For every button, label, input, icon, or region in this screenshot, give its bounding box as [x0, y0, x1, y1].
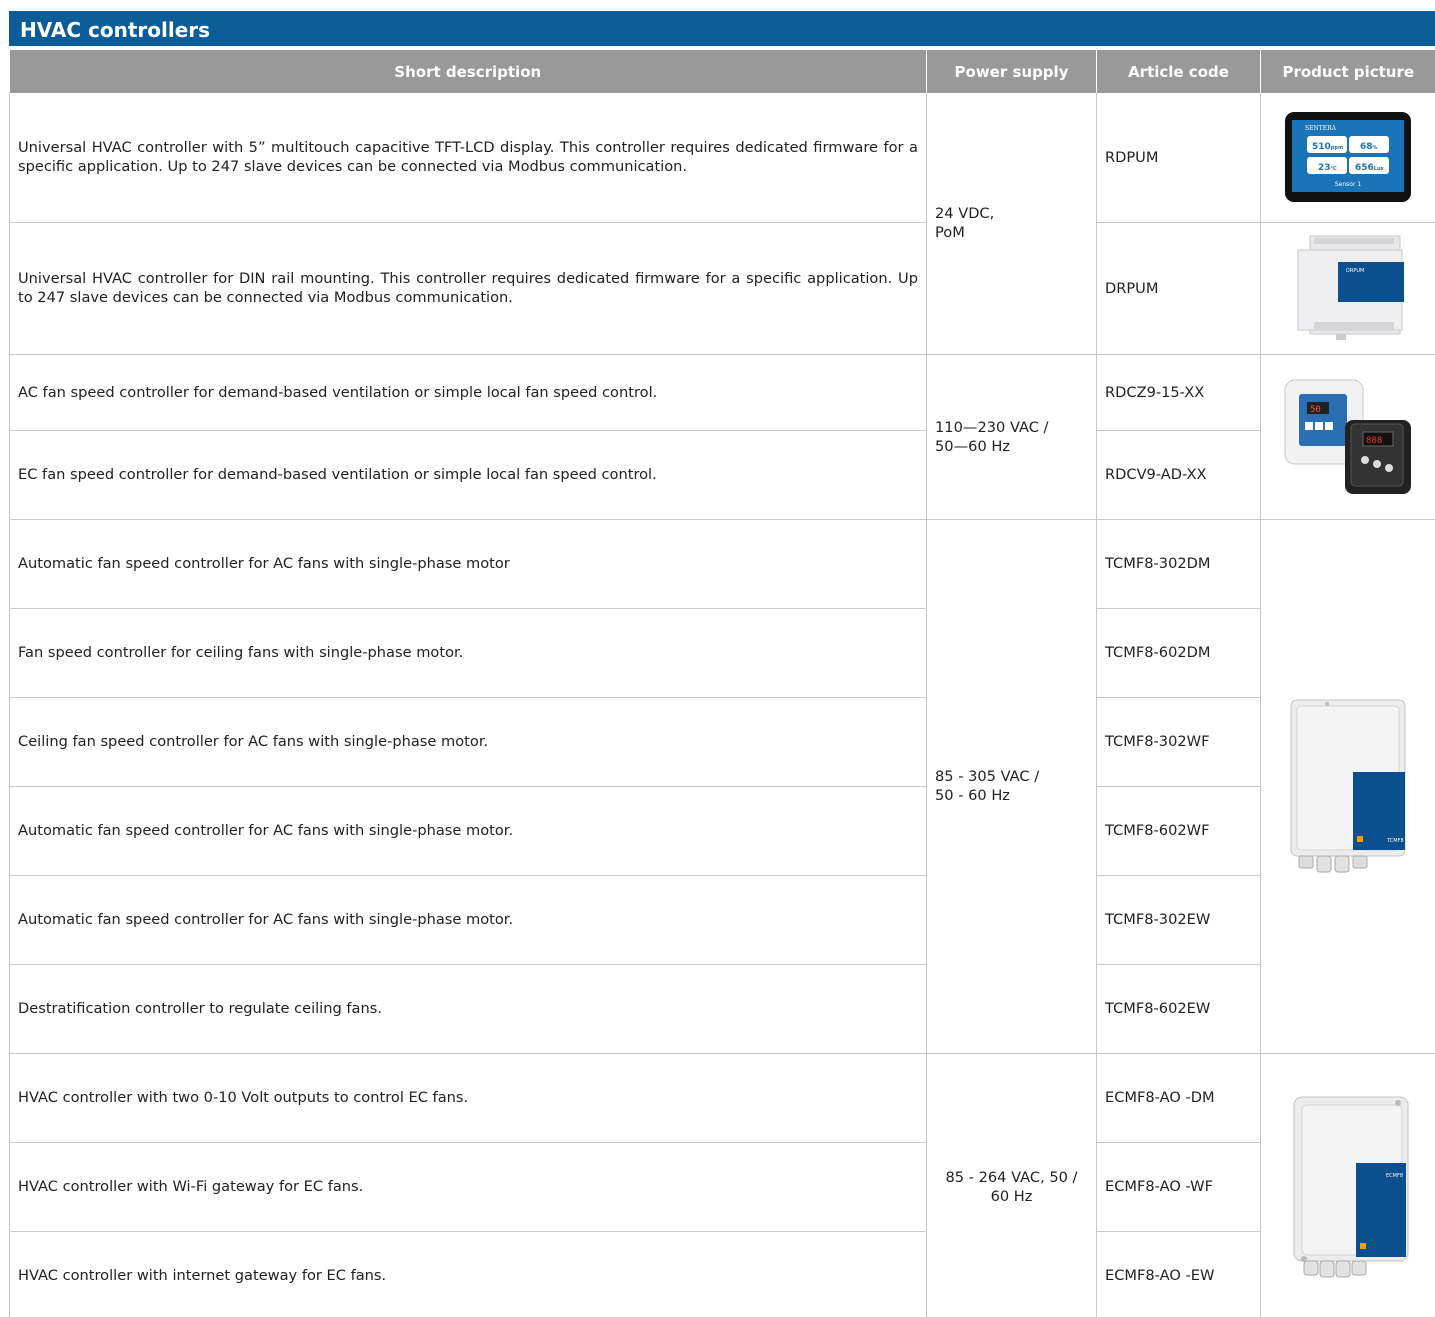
screen-brand: SENTERA: [1305, 125, 1337, 132]
row-article-code: TCMF8-302DM: [1096, 519, 1261, 609]
table-header-row: Short description Power supply Article c…: [9, 50, 1435, 93]
row-description: AC fan speed controller for demand-based…: [9, 354, 927, 431]
product-picture-cell: DRPUM: [1260, 222, 1435, 355]
fan-speed-controllers-image: 50 888: [1284, 379, 1412, 494]
row-article-code: TCMF8-602EW: [1096, 964, 1261, 1054]
touch-display-controller-image: SENTERA 510ppm 68% 23°C 656Lux Sensor 1: [1285, 112, 1412, 203]
row-article-code: RDPUM: [1096, 93, 1261, 223]
svg-text:888: 888: [1366, 436, 1382, 446]
hvac-controllers-table: Short description Power supply Article c…: [9, 50, 1435, 1317]
svg-text:TCMF8: TCMF8: [1386, 838, 1404, 844]
header-article-code: Article code: [1096, 50, 1261, 93]
row-description: Fan speed controller for ceiling fans wi…: [9, 608, 927, 698]
row-power-supply: 85 - 264 VAC, 50 / 60 Hz: [926, 1053, 1097, 1317]
row-power-supply: 85 - 305 VAC / 50 - 60 Hz: [926, 519, 1097, 1054]
product-picture-cell: ECMF8: [1260, 1053, 1435, 1317]
row-description: Automatic fan speed controller for AC fa…: [9, 875, 927, 965]
tcmf8-enclosure-image: TCMF8: [1290, 699, 1406, 873]
svg-text:ECMF8: ECMF8: [1386, 1173, 1403, 1179]
row-description: Automatic fan speed controller for AC fa…: [9, 786, 927, 876]
product-picture-cell: 50 888: [1260, 354, 1435, 520]
table-row: Automatic fan speed controller for AC fa…: [9, 519, 1435, 1054]
row-description: Universal HVAC controller with 5” multit…: [9, 93, 927, 223]
row-article-code: DRPUM: [1096, 222, 1261, 355]
table-row: Fan speed controller for ceiling fans wi…: [9, 608, 1435, 698]
table-row: HVAC controller with two 0-10 Volt outpu…: [9, 1053, 1435, 1317]
product-picture-cell: TCMF8: [1260, 519, 1435, 1054]
row-description: Ceiling fan speed controller for AC fans…: [9, 697, 927, 787]
row-description: Destratification controller to regulate …: [9, 964, 927, 1054]
table-row: Ceiling fan speed controller for AC fans…: [9, 697, 1435, 787]
header-product-picture: Product picture: [1260, 50, 1435, 93]
row-article-code: ECMF8-AO -WF: [1096, 1142, 1261, 1232]
table-row: Universal HVAC controller for DIN rail m…: [9, 222, 1435, 355]
table-title-bar: HVAC controllers: [9, 11, 1435, 48]
header-short-description: Short description: [9, 50, 927, 93]
row-description: HVAC controller with Wi-Fi gateway for E…: [9, 1142, 927, 1232]
table-row: Automatic fan speed controller for AC fa…: [9, 875, 1435, 965]
svg-text:DRPUM: DRPUM: [1346, 268, 1364, 274]
row-article-code: ECMF8-AO -EW: [1096, 1231, 1261, 1317]
table-row: HVAC controller with internet gateway fo…: [9, 1231, 1435, 1317]
row-description: Automatic fan speed controller for AC fa…: [9, 519, 927, 609]
row-description: Universal HVAC controller for DIN rail m…: [9, 222, 927, 355]
ecmf8-enclosure-image: ECMF8: [1293, 1096, 1409, 1277]
row-article-code: TCMF8-302EW: [1096, 875, 1261, 965]
table-row: Universal HVAC controller with 5” multit…: [9, 93, 1435, 355]
table-row: HVAC controller with Wi-Fi gateway for E…: [9, 1142, 1435, 1232]
row-power-supply: 24 VDC, PoM: [926, 93, 1097, 355]
row-description: EC fan speed controller for demand-based…: [9, 430, 927, 520]
table-row: Destratification controller to regulate …: [9, 964, 1435, 1054]
svg-text:Sensor 1: Sensor 1: [1335, 181, 1361, 188]
row-article-code: ECMF8-AO -DM: [1096, 1053, 1261, 1143]
svg-text:50: 50: [1310, 405, 1321, 415]
row-article-code: TCMF8-602DM: [1096, 608, 1261, 698]
row-article-code: TCMF8-602WF: [1096, 786, 1261, 876]
row-article-code: RDCV9-AD-XX: [1096, 430, 1261, 520]
table-row: AC fan speed controller for demand-based…: [9, 354, 1435, 520]
table-title: HVAC controllers: [20, 18, 211, 42]
product-picture-cell: SENTERA 510ppm 68% 23°C 656Lux Sensor 1: [1260, 93, 1435, 223]
table-row: Automatic fan speed controller for AC fa…: [9, 786, 1435, 876]
row-description: HVAC controller with two 0-10 Volt outpu…: [9, 1053, 927, 1143]
header-power-supply: Power supply: [926, 50, 1097, 93]
row-description: HVAC controller with internet gateway fo…: [9, 1231, 927, 1317]
row-power-supply: 110—230 VAC / 50—60 Hz: [926, 354, 1097, 520]
row-article-code: RDCZ9-15-XX: [1096, 354, 1261, 431]
din-rail-controller-image: DRPUM: [1297, 235, 1405, 340]
row-article-code: TCMF8-302WF: [1096, 697, 1261, 787]
table-row: EC fan speed controller for demand-based…: [9, 430, 1435, 520]
